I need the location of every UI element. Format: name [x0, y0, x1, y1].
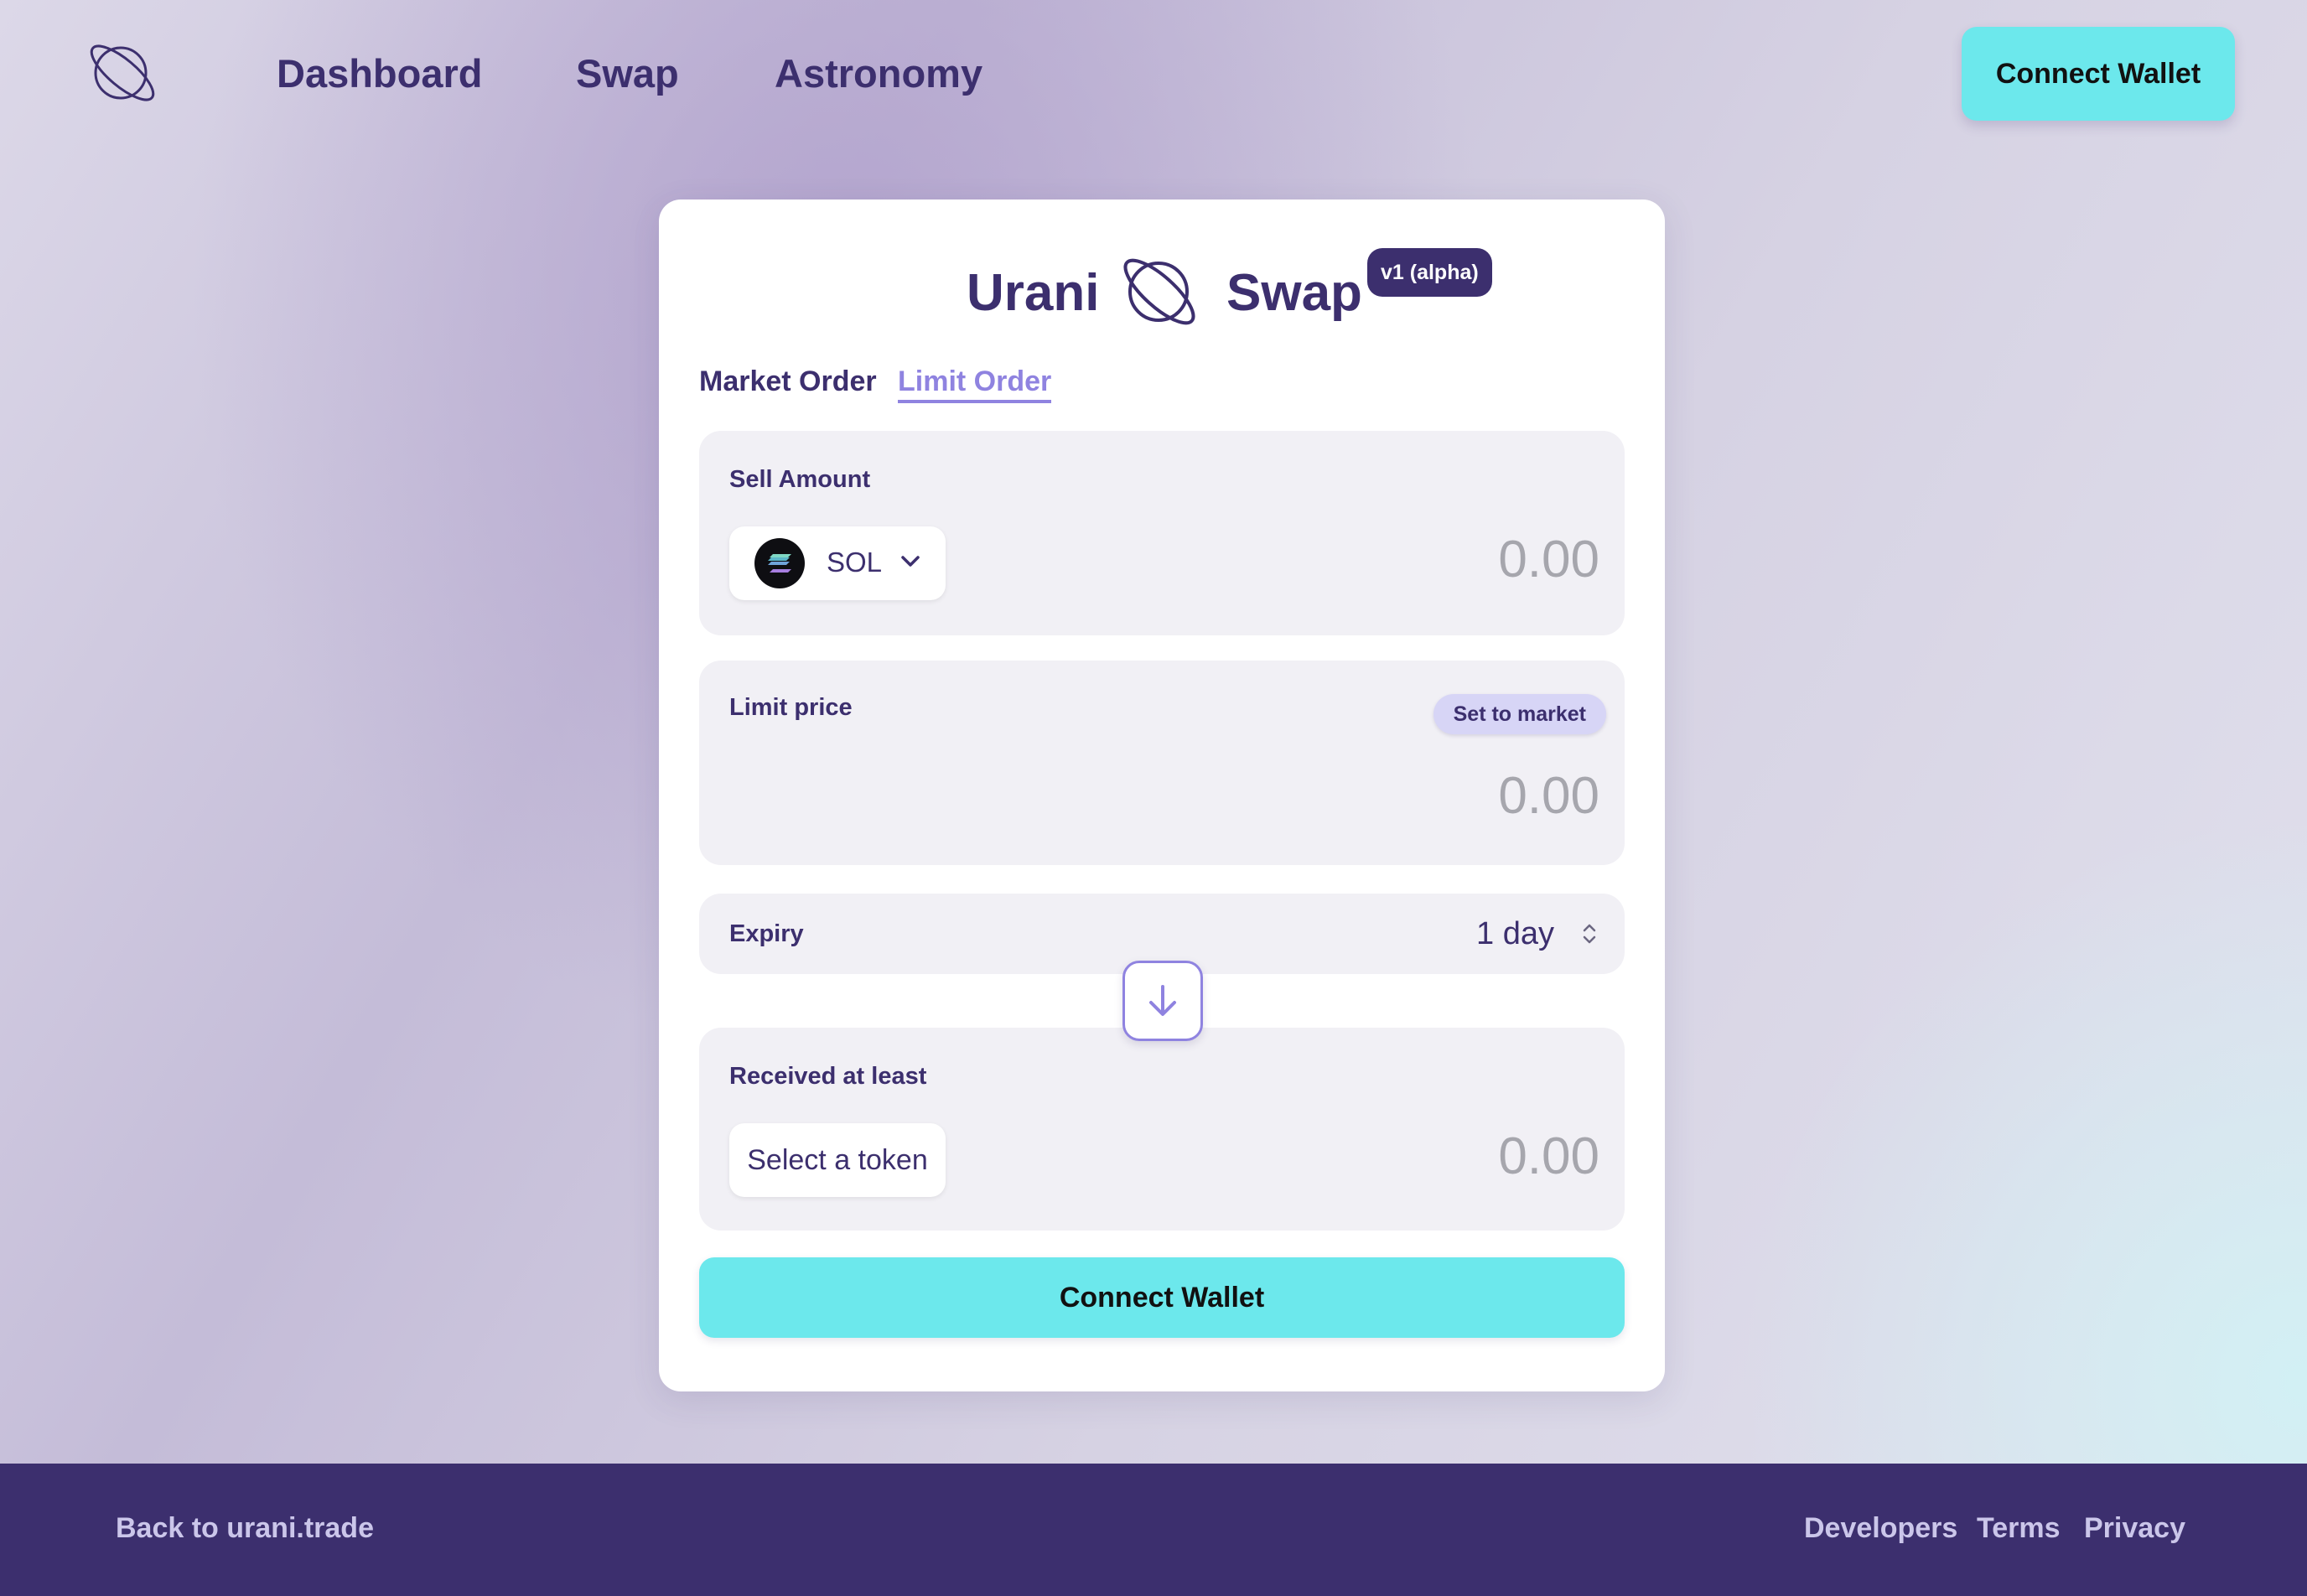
sell-amount-panel: Sell Amount SOL 0.00	[699, 431, 1625, 635]
chevron-down-icon	[901, 556, 920, 567]
nav-dashboard[interactable]: Dashboard	[277, 50, 483, 96]
title-urani: Urani	[967, 264, 1100, 322]
updown-chevron-icon	[1583, 924, 1596, 944]
expiry-select[interactable]: 1 day	[1476, 916, 1554, 952]
tab-market-order[interactable]: Market Order	[699, 365, 877, 398]
expiry-label: Expiry	[729, 920, 804, 947]
sell-amount-input[interactable]: 0.00	[1498, 530, 1599, 589]
footer-terms-link[interactable]: Terms	[1977, 1512, 2061, 1545]
version-badge: v1 (alpha)	[1367, 248, 1492, 297]
nav-astronomy[interactable]: Astronomy	[775, 50, 982, 96]
sol-token-icon	[754, 538, 805, 588]
connect-wallet-button[interactable]: Connect Wallet	[699, 1257, 1625, 1338]
nav-swap[interactable]: Swap	[576, 50, 679, 96]
sell-token-label: SOL	[827, 547, 883, 578]
tab-limit-order[interactable]: Limit Order	[898, 365, 1052, 403]
footer-developers-link[interactable]: Developers	[1804, 1512, 1957, 1545]
sell-amount-label: Sell Amount	[729, 466, 871, 493]
footer: Back to urani.trade Developers Terms Pri…	[0, 1464, 2307, 1596]
received-at-least-label: Received at least	[729, 1063, 927, 1090]
receive-amount-input[interactable]: 0.00	[1498, 1127, 1599, 1186]
title-swap: Swap	[1226, 264, 1362, 322]
top-header: Dashboard Swap Astronomy Connect Wallet	[0, 0, 2307, 151]
planet-logo-icon[interactable]	[84, 37, 161, 109]
planet-icon	[1123, 258, 1195, 325]
select-token-button[interactable]: Select a token	[729, 1123, 946, 1197]
limit-price-label: Limit price	[729, 694, 853, 721]
sell-token-select[interactable]: SOL	[729, 526, 946, 600]
swap-direction-button[interactable]	[1122, 961, 1203, 1041]
received-at-least-panel: Received at least Select a token 0.00	[699, 1028, 1625, 1231]
arrow-down-icon	[1149, 985, 1176, 1016]
connect-wallet-header-button[interactable]: Connect Wallet	[1962, 27, 2235, 121]
set-to-market-button[interactable]: Set to market	[1433, 694, 1606, 734]
limit-price-input[interactable]: 0.00	[1498, 766, 1599, 826]
back-to-urani-link[interactable]: Back to urani.trade	[116, 1512, 374, 1545]
swap-card: Urani Swap v1 (alpha) Market Order Limit…	[659, 200, 1665, 1391]
footer-privacy-link[interactable]: Privacy	[2084, 1512, 2185, 1545]
limit-price-panel: Limit price Set to market 0.00	[699, 661, 1625, 865]
card-title: Urani Swap v1 (alpha)	[659, 248, 1665, 357]
